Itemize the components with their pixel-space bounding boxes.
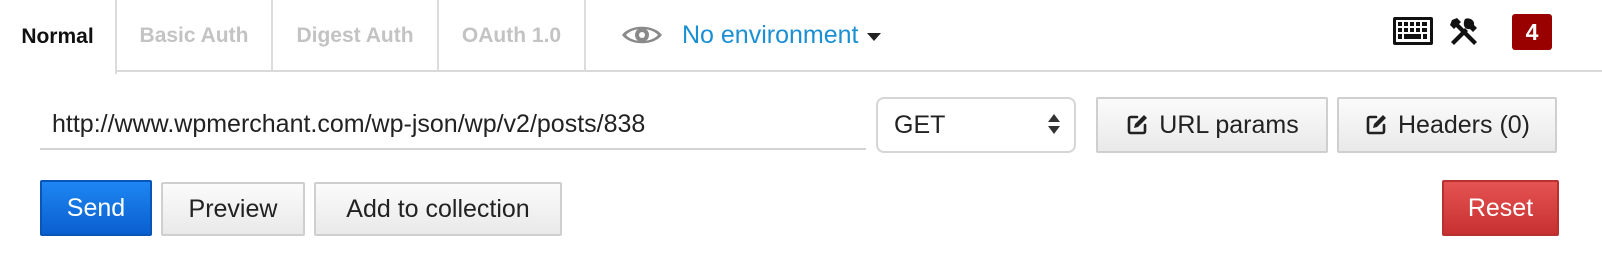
wrench-screwdriver-icon[interactable] bbox=[1448, 16, 1480, 48]
add-to-collection-button[interactable]: Add to collection bbox=[314, 182, 562, 236]
preview-button[interactable]: Preview bbox=[161, 182, 305, 236]
headers-button[interactable]: Headers (0) bbox=[1337, 97, 1557, 153]
environment-label: No environment bbox=[682, 20, 859, 49]
headers-label: Headers (0) bbox=[1398, 110, 1530, 139]
url-params-label: URL params bbox=[1159, 110, 1299, 139]
method-value: GET bbox=[894, 110, 946, 139]
keyboard-icon[interactable] bbox=[1392, 16, 1434, 46]
notification-badge[interactable]: 4 bbox=[1512, 14, 1552, 50]
method-select[interactable]: GET bbox=[876, 97, 1076, 153]
tab-oauth-1[interactable]: OAuth 1.0 bbox=[439, 0, 586, 72]
send-button[interactable]: Send bbox=[40, 180, 152, 236]
eye-icon[interactable] bbox=[620, 22, 664, 48]
tab-digest-auth[interactable]: Digest Auth bbox=[273, 0, 439, 72]
tab-basic-auth[interactable]: Basic Auth bbox=[117, 0, 273, 72]
environment-select[interactable]: No environment bbox=[682, 18, 882, 52]
reset-button[interactable]: Reset bbox=[1442, 180, 1559, 236]
tab-normal[interactable]: Normal bbox=[0, 0, 117, 74]
edit-icon bbox=[1366, 115, 1386, 135]
url-params-button[interactable]: URL params bbox=[1096, 97, 1328, 153]
select-arrows-icon bbox=[1048, 114, 1060, 134]
url-input[interactable] bbox=[40, 100, 866, 150]
edit-icon bbox=[1127, 115, 1148, 135]
chevron-down-icon bbox=[867, 32, 882, 41]
auth-tab-bar: Normal Basic Auth Digest Auth OAuth 1.0 … bbox=[0, 0, 1602, 74]
